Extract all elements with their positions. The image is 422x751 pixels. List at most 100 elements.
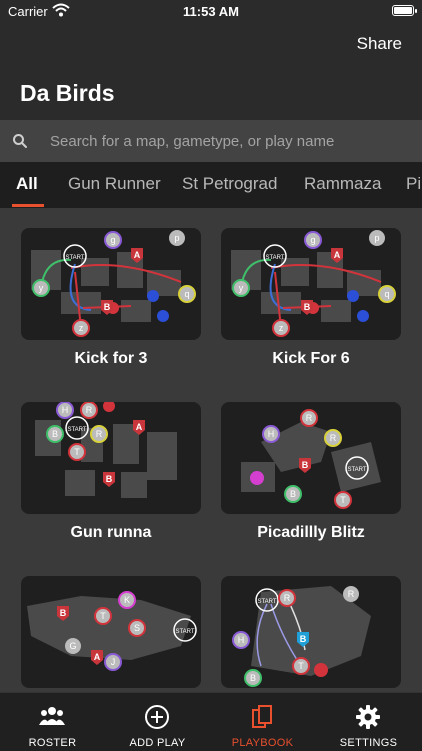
player-marker: S bbox=[128, 619, 146, 637]
playbook-icon bbox=[252, 705, 272, 728]
player-marker: y bbox=[32, 279, 50, 297]
player-marker: H bbox=[262, 425, 280, 443]
tab-playbook-label: PLAYBOOK bbox=[231, 737, 294, 749]
svg-text:q: q bbox=[384, 289, 389, 299]
svg-text:T: T bbox=[100, 611, 106, 621]
svg-text:z: z bbox=[79, 323, 84, 333]
svg-text:g: g bbox=[110, 235, 115, 245]
tab-add-play[interactable]: ADD PLAY bbox=[105, 693, 210, 751]
player-marker: q bbox=[178, 285, 196, 303]
share-button[interactable]: Share bbox=[357, 34, 402, 54]
svg-text:p: p bbox=[374, 233, 379, 243]
player-marker: R bbox=[80, 402, 98, 419]
search-input[interactable] bbox=[50, 128, 410, 154]
active-tab-indicator bbox=[12, 204, 44, 207]
map-filter-tabs: All Gun Runner St Petrograd Rammaza Pi bbox=[0, 162, 422, 208]
svg-text:T: T bbox=[340, 495, 346, 505]
svg-text:H: H bbox=[238, 635, 245, 645]
play-name: Gun runna bbox=[70, 524, 152, 541]
svg-text:g: g bbox=[310, 235, 315, 245]
gear-icon bbox=[356, 705, 380, 729]
svg-text:START: START bbox=[67, 427, 86, 433]
svg-text:B: B bbox=[52, 429, 58, 439]
play-grid: START A B g p q y z Kick for 3 S T A RT A B… bbox=[0, 208, 422, 692]
player-marker: q bbox=[378, 285, 396, 303]
objective-b-marker: B bbox=[103, 472, 115, 487]
tab-rammaza[interactable]: Rammaza bbox=[304, 174, 381, 194]
svg-text:START: START bbox=[347, 467, 366, 473]
objective-b-marker: B bbox=[299, 458, 311, 473]
map-thumbnail: R H R B START B T bbox=[221, 402, 401, 514]
svg-text:B: B bbox=[300, 634, 307, 644]
tab-settings[interactable]: SETTINGS bbox=[316, 693, 421, 751]
player-marker: T bbox=[334, 491, 352, 509]
tab-picadilly[interactable]: Pi bbox=[406, 174, 421, 194]
tab-playbook[interactable]: PLAYBOOK bbox=[210, 693, 315, 751]
tab-add-play-label: ADD PLAY bbox=[129, 737, 186, 749]
svg-text:A: A bbox=[94, 652, 101, 662]
player-marker: R bbox=[324, 429, 342, 447]
map-thumbnail: START A B g p q y z bbox=[21, 228, 201, 340]
player-marker: R bbox=[300, 409, 318, 427]
player-marker: g bbox=[304, 231, 322, 249]
search-bar bbox=[0, 120, 422, 162]
start-marker: START bbox=[65, 416, 89, 440]
player-marker: T bbox=[68, 443, 86, 461]
play-name: Picadillly Blitz bbox=[257, 524, 365, 541]
svg-text:START: START bbox=[265, 255, 284, 261]
svg-text:A: A bbox=[334, 250, 341, 260]
tab-settings-label: SETTINGS bbox=[339, 737, 398, 749]
svg-text:J: J bbox=[111, 657, 116, 667]
svg-text:B: B bbox=[60, 608, 67, 618]
svg-text:y: y bbox=[39, 283, 44, 293]
player-marker: T bbox=[94, 607, 112, 625]
svg-text:B: B bbox=[290, 489, 296, 499]
player-marker: z bbox=[272, 319, 290, 337]
player-marker: y bbox=[232, 279, 250, 297]
player-marker: H bbox=[56, 402, 74, 419]
svg-text:T: T bbox=[298, 661, 304, 671]
svg-text:y: y bbox=[239, 283, 244, 293]
player-marker: J bbox=[104, 653, 122, 671]
play-name: Kick For 6 bbox=[272, 350, 350, 367]
navigation-header: Share Da Birds bbox=[0, 22, 422, 120]
map-thumbnail: START A B g p q y z bbox=[221, 228, 401, 340]
start-marker: START bbox=[63, 244, 87, 268]
player-marker: p bbox=[369, 230, 385, 246]
roster-icon bbox=[39, 707, 65, 725]
status-bar: Carrier 11:53 AM bbox=[0, 0, 422, 22]
tab-all[interactable]: All bbox=[16, 174, 38, 194]
player-marker: T bbox=[292, 657, 310, 675]
add-play-icon bbox=[145, 705, 169, 729]
svg-text:R: R bbox=[348, 589, 355, 599]
map-thumbnail: H R START B T R A B bbox=[21, 402, 201, 514]
search-icon bbox=[13, 134, 27, 148]
map-thumbnail: B T K S START G A J bbox=[21, 576, 201, 688]
svg-text:B: B bbox=[106, 474, 113, 484]
svg-text:START: START bbox=[175, 629, 194, 635]
battery-icon bbox=[392, 5, 417, 16]
player-marker: g bbox=[104, 231, 122, 249]
player-marker: H bbox=[232, 631, 250, 649]
bottom-tab-bar: ROSTER ADD PLAY PLAYBOOK SETTINGS bbox=[0, 692, 422, 751]
tab-roster[interactable]: ROSTER bbox=[0, 693, 105, 751]
tab-st-petrograd[interactable]: St Petrograd bbox=[182, 174, 277, 194]
svg-text:R: R bbox=[86, 405, 93, 415]
svg-text:H: H bbox=[268, 429, 275, 439]
start-marker: START bbox=[263, 244, 287, 268]
clock: 11:53 AM bbox=[183, 4, 239, 19]
map-thumbnail: START R R H B T B bbox=[221, 576, 401, 688]
svg-text:q: q bbox=[184, 289, 189, 299]
svg-text:G: G bbox=[69, 641, 76, 651]
svg-text:S: S bbox=[134, 623, 140, 633]
svg-text:R: R bbox=[284, 593, 291, 603]
tab-gun-runner[interactable]: Gun Runner bbox=[68, 174, 161, 194]
svg-text:z: z bbox=[279, 323, 284, 333]
play-name: Kick for 3 bbox=[74, 350, 148, 367]
svg-text:T: T bbox=[74, 447, 80, 457]
svg-text:B: B bbox=[302, 460, 309, 470]
svg-text:A: A bbox=[134, 250, 141, 260]
player-marker: p bbox=[169, 230, 185, 246]
page-title: Da Birds bbox=[20, 80, 115, 106]
svg-text:K: K bbox=[124, 595, 130, 605]
